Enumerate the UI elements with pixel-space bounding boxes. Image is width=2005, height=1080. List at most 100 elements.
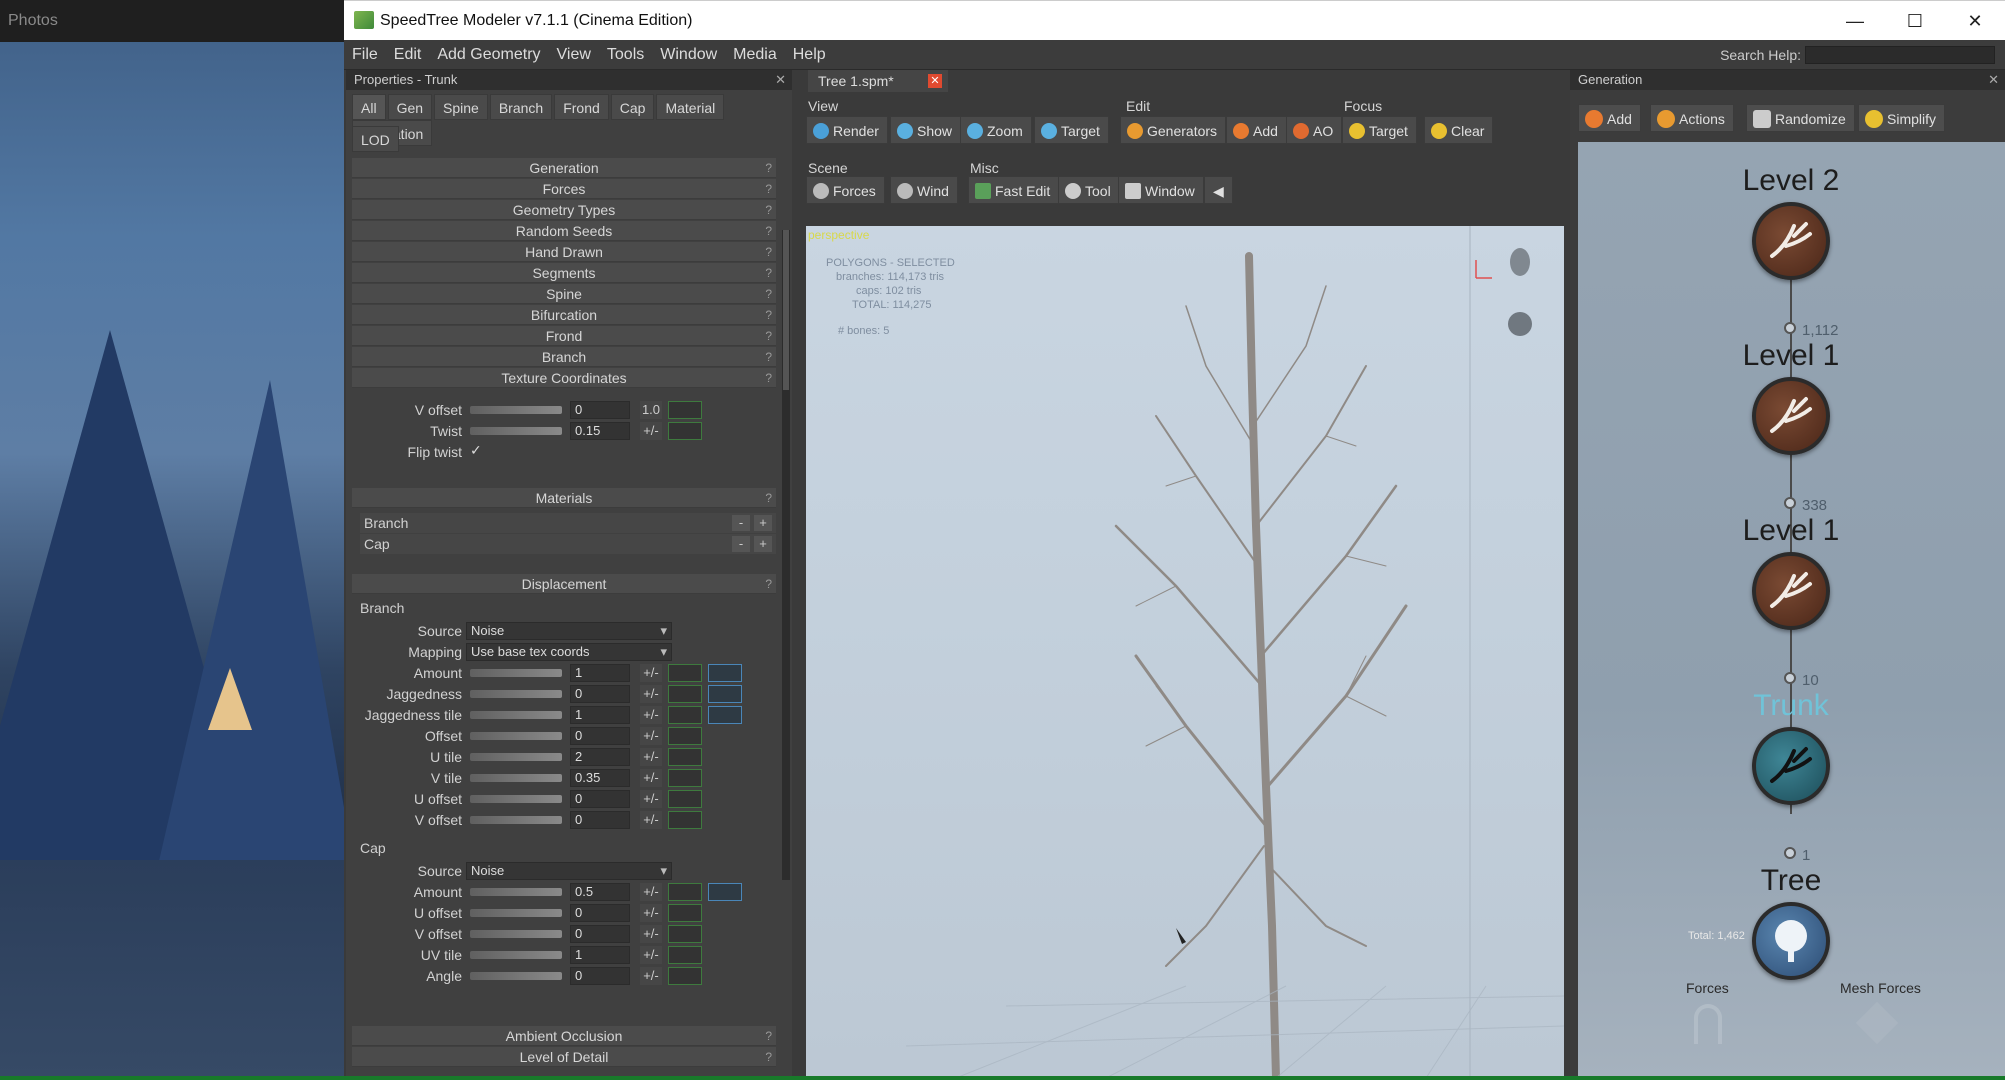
menu-tools[interactable]: Tools bbox=[599, 40, 652, 70]
variance-button[interactable]: +/- bbox=[640, 967, 662, 985]
help-icon[interactable]: ? bbox=[765, 200, 772, 220]
help-icon[interactable]: ? bbox=[765, 158, 772, 178]
slider[interactable] bbox=[470, 909, 562, 917]
maximize-button[interactable]: ☐ bbox=[1885, 1, 1945, 41]
help-icon[interactable]: ? bbox=[765, 488, 772, 508]
value-field[interactable]: 0 bbox=[570, 790, 630, 808]
curve-button[interactable] bbox=[668, 967, 702, 985]
menu-window[interactable]: Window bbox=[652, 40, 725, 70]
mapping-dropdown[interactable]: Use base tex coords bbox=[466, 643, 672, 661]
variance-button[interactable]: +/- bbox=[640, 685, 662, 703]
count-connector-dot[interactable] bbox=[1784, 322, 1796, 334]
curve-button[interactable] bbox=[668, 706, 702, 724]
help-icon[interactable]: ? bbox=[765, 242, 772, 262]
curve-button[interactable] bbox=[668, 422, 702, 440]
3d-viewport[interactable]: perspective POLYGONS - SELECTED branches… bbox=[806, 226, 1564, 1078]
menu-view[interactable]: View bbox=[549, 40, 599, 70]
target-focus-button[interactable]: Target bbox=[1342, 116, 1417, 144]
section-spine[interactable]: Spine? bbox=[352, 284, 776, 304]
curve-button[interactable] bbox=[668, 401, 702, 419]
curve-button[interactable] bbox=[668, 883, 702, 901]
curve-button[interactable] bbox=[668, 685, 702, 703]
variance-button[interactable]: +/- bbox=[640, 904, 662, 922]
section-texture-coordinates[interactable]: Texture Coordinates? bbox=[352, 368, 776, 388]
source-dropdown[interactable]: Noise bbox=[466, 862, 672, 880]
count-connector-dot[interactable] bbox=[1784, 497, 1796, 509]
value-field[interactable]: 0.15 bbox=[570, 422, 630, 440]
generators-button[interactable]: Generators bbox=[1120, 116, 1227, 144]
mesh-forces-icon[interactable] bbox=[1855, 1001, 1899, 1045]
menu-help[interactable]: Help bbox=[785, 40, 834, 70]
help-icon[interactable]: ? bbox=[765, 1026, 772, 1046]
section-geometry-types[interactable]: Geometry Types? bbox=[352, 200, 776, 220]
variance-button[interactable]: +/- bbox=[640, 727, 662, 745]
add-edit-button[interactable]: Add bbox=[1226, 116, 1287, 144]
count-connector-dot[interactable] bbox=[1784, 847, 1796, 859]
node-trunk[interactable] bbox=[1752, 727, 1830, 805]
simplify-button[interactable]: Simplify bbox=[1858, 104, 1946, 132]
material-cap-row[interactable]: Cap - + bbox=[360, 534, 776, 554]
tab-lod[interactable]: LOD bbox=[352, 126, 399, 152]
value-field[interactable]: 0 bbox=[570, 727, 630, 745]
value-field[interactable]: 2 bbox=[570, 748, 630, 766]
slider[interactable] bbox=[470, 669, 562, 677]
section-hand-drawn[interactable]: Hand Drawn? bbox=[352, 242, 776, 262]
value-field[interactable]: 0.5 bbox=[570, 883, 630, 901]
material-branch-row[interactable]: Branch - + bbox=[360, 513, 776, 533]
value-field[interactable]: 0 bbox=[570, 967, 630, 985]
actions-button[interactable]: Actions bbox=[1650, 104, 1734, 132]
variance-button[interactable]: +/- bbox=[640, 769, 662, 787]
variance-button[interactable]: +/- bbox=[640, 790, 662, 808]
section-displacement[interactable]: Displacement? bbox=[352, 574, 776, 594]
back-button[interactable]: ◀ bbox=[1204, 176, 1233, 204]
help-icon[interactable]: ? bbox=[765, 305, 772, 325]
close-icon[interactable]: ✕ bbox=[1988, 70, 1999, 90]
node-level-1-b[interactable] bbox=[1752, 552, 1830, 630]
slider[interactable] bbox=[470, 951, 562, 959]
curve-button[interactable] bbox=[668, 790, 702, 808]
menu-media[interactable]: Media bbox=[725, 40, 785, 70]
forces-scene-button[interactable]: Forces bbox=[806, 176, 885, 204]
slider[interactable] bbox=[470, 774, 562, 782]
value-field[interactable]: 0 bbox=[570, 685, 630, 703]
section-generation[interactable]: Generation? bbox=[352, 158, 776, 178]
scrollbar-thumb[interactable] bbox=[783, 230, 789, 390]
tab-gen[interactable]: Gen bbox=[387, 94, 433, 120]
tab-spine[interactable]: Spine bbox=[434, 94, 488, 120]
render-button[interactable]: Render bbox=[806, 116, 888, 144]
section-forces[interactable]: Forces? bbox=[352, 179, 776, 199]
profile-curve-button[interactable] bbox=[708, 664, 742, 682]
node-level-1[interactable] bbox=[1752, 377, 1830, 455]
window-button[interactable]: Window bbox=[1118, 176, 1204, 204]
tree-file-tab[interactable]: Tree 1.spm* ✕ bbox=[808, 70, 948, 92]
plus-icon[interactable]: + bbox=[754, 515, 772, 531]
tab-cap[interactable]: Cap bbox=[610, 94, 655, 120]
help-icon[interactable]: ? bbox=[765, 347, 772, 367]
variance-button[interactable]: +/- bbox=[640, 883, 662, 901]
tab-material[interactable]: Material bbox=[656, 94, 725, 120]
section-level-of-detail[interactable]: Level of Detail? bbox=[352, 1047, 776, 1067]
variance-button[interactable]: +/- bbox=[640, 946, 662, 964]
variance-button[interactable]: +/- bbox=[640, 706, 662, 724]
variance-button[interactable]: +/- bbox=[640, 422, 662, 440]
slider[interactable] bbox=[470, 406, 562, 414]
flip-twist-checkbox[interactable]: ✓ bbox=[470, 442, 482, 459]
help-icon[interactable]: ? bbox=[765, 179, 772, 199]
value-field[interactable]: 0.35 bbox=[570, 769, 630, 787]
plus-icon[interactable]: + bbox=[754, 536, 772, 552]
curve-button[interactable] bbox=[668, 748, 702, 766]
count-connector-dot[interactable] bbox=[1784, 672, 1796, 684]
node-level-2[interactable] bbox=[1752, 202, 1830, 280]
help-icon[interactable]: ? bbox=[765, 326, 772, 346]
zoom-button[interactable]: Zoom bbox=[960, 116, 1032, 144]
profile-curve-button[interactable] bbox=[708, 685, 742, 703]
slider[interactable] bbox=[470, 732, 562, 740]
profile-curve-button[interactable] bbox=[708, 883, 742, 901]
curve-button[interactable] bbox=[668, 946, 702, 964]
section-branch[interactable]: Branch? bbox=[352, 347, 776, 367]
help-icon[interactable]: ? bbox=[765, 263, 772, 283]
menu-file[interactable]: File bbox=[344, 40, 386, 70]
help-icon[interactable]: ? bbox=[765, 284, 772, 304]
help-icon[interactable]: ? bbox=[765, 221, 772, 241]
tab-frond[interactable]: Frond bbox=[554, 94, 609, 120]
